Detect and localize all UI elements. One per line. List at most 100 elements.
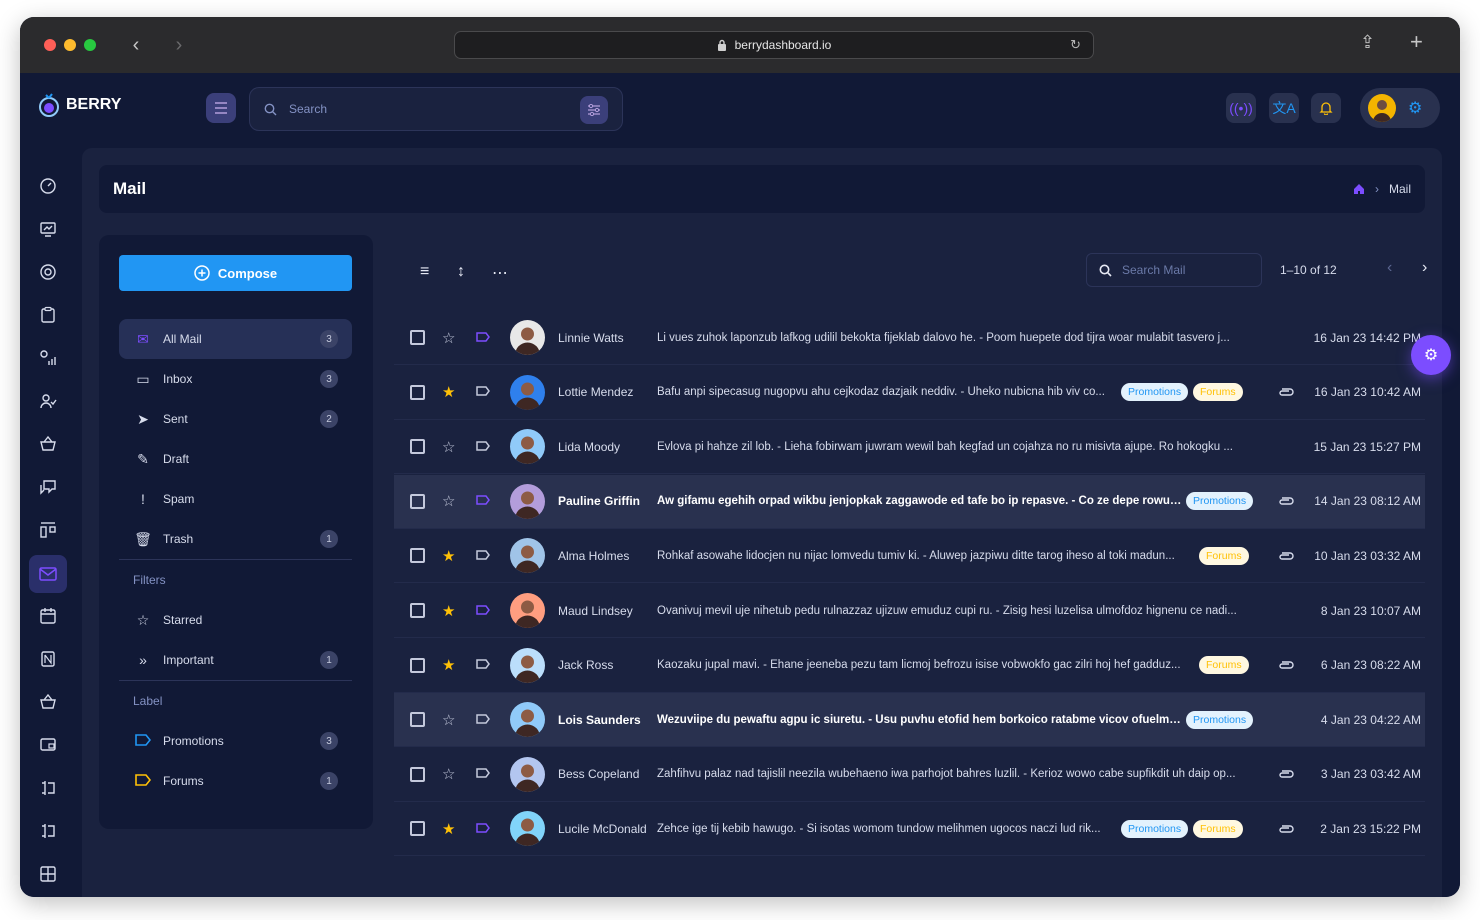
folder-all-mail[interactable]: ✉ All Mail 3 <box>119 319 352 359</box>
share-icon[interactable]: ⇪ <box>1360 32 1375 53</box>
important-icon[interactable] <box>476 440 490 454</box>
broadcast-icon[interactable]: ((•)) <box>1226 93 1256 123</box>
important-icon[interactable] <box>476 713 490 727</box>
star-icon[interactable]: ★ <box>442 602 455 620</box>
important-icon[interactable] <box>476 549 490 563</box>
folder-important[interactable]: » Important 1 <box>119 640 352 680</box>
promotions-chip[interactable]: Promotions <box>1186 710 1254 729</box>
star-icon[interactable]: ☆ <box>442 492 455 510</box>
row-checkbox[interactable] <box>410 439 425 455</box>
previous-page-icon[interactable]: ‹ <box>1387 259 1392 277</box>
search-input[interactable]: Search <box>289 102 327 116</box>
home-icon[interactable] <box>1353 183 1365 195</box>
star-icon[interactable]: ★ <box>442 820 455 838</box>
row-checkbox[interactable] <box>410 821 425 837</box>
sidebar-user-check-icon[interactable] <box>32 385 64 417</box>
logo[interactable]: BERRY <box>38 93 121 117</box>
sidebar-calendar-icon[interactable] <box>32 600 64 632</box>
important-icon[interactable] <box>476 494 490 508</box>
mail-row[interactable]: ★ Lottie Mendez Bafu anpi sipecasug nugopv… <box>394 366 1425 420</box>
important-icon[interactable] <box>476 385 490 399</box>
reload-icon[interactable]: ↻ <box>1070 37 1081 53</box>
sidebar-chat-icon[interactable] <box>32 471 64 503</box>
minimize-window-button[interactable] <box>64 39 76 51</box>
sidebar-column-icon[interactable] <box>32 772 64 804</box>
sidebar-target-icon[interactable] <box>32 256 64 288</box>
important-icon[interactable] <box>476 767 490 781</box>
forums-chip[interactable]: Forums <box>1199 656 1249 675</box>
menu-icon[interactable]: ≡ <box>420 263 429 281</box>
row-checkbox[interactable] <box>410 548 425 564</box>
forums-chip[interactable]: Forums <box>1193 819 1243 838</box>
folder-spam[interactable]: ! Spam <box>119 479 352 519</box>
mail-search-input[interactable]: Search Mail <box>1122 263 1185 277</box>
sidebar-statistics-icon[interactable] <box>32 342 64 374</box>
mail-row[interactable]: ☆ Lois Saunders Wezuviipe du pewaftu agpu … <box>394 693 1425 748</box>
mail-row[interactable]: ☆ Bess Copeland Zahfihvu palaz nad tajisli… <box>394 748 1425 802</box>
forums-chip[interactable]: Forums <box>1193 383 1243 402</box>
mail-row[interactable]: ★ Jack Ross Kaozaku jupal mavi. - Ehane je… <box>394 639 1425 693</box>
search-filter-button[interactable] <box>580 96 608 124</box>
compose-button[interactable]: Compose <box>119 255 352 291</box>
new-tab-icon[interactable]: + <box>1410 29 1423 55</box>
row-checkbox[interactable] <box>410 712 425 728</box>
promotions-chip[interactable]: Promotions <box>1121 819 1189 838</box>
mail-row[interactable]: ★ Lucile McDonald Zehce ige tij kebib hawu… <box>394 802 1425 857</box>
forums-chip[interactable]: Forums <box>1199 546 1249 565</box>
star-icon[interactable]: ☆ <box>442 765 455 783</box>
row-checkbox[interactable] <box>410 657 425 673</box>
important-icon[interactable] <box>476 822 490 836</box>
sort-icon[interactable]: ↕ <box>457 263 465 281</box>
sidebar-column-alt-icon[interactable] <box>32 815 64 847</box>
back-icon[interactable]: ‹ <box>125 33 147 57</box>
sidebar-basket-icon[interactable] <box>32 428 64 460</box>
translate-icon[interactable]: 文A <box>1269 93 1299 123</box>
promotions-chip[interactable]: Promotions <box>1121 383 1189 402</box>
sidebar-shop-icon[interactable] <box>32 686 64 718</box>
star-icon[interactable]: ★ <box>442 656 455 674</box>
star-icon[interactable]: ★ <box>442 547 455 565</box>
profile-menu[interactable]: ⚙ <box>1360 88 1440 128</box>
important-icon[interactable] <box>476 604 490 618</box>
sidebar-card-icon[interactable] <box>32 729 64 761</box>
row-checkbox[interactable] <box>410 330 425 345</box>
row-checkbox[interactable] <box>410 493 425 509</box>
star-icon[interactable]: ☆ <box>442 329 455 347</box>
sidebar-kanban-icon[interactable] <box>32 514 64 546</box>
maximize-window-button[interactable] <box>84 39 96 51</box>
folder-trash[interactable]: 🗑 Trash 1 <box>119 519 352 559</box>
notification-bell-icon[interactable] <box>1311 93 1341 123</box>
sidebar-dashboard-icon[interactable] <box>32 170 64 202</box>
row-checkbox[interactable] <box>410 766 425 782</box>
mail-row[interactable]: ★ Maud Lindsey Ovanivuj mevil uje nihetub … <box>394 584 1425 638</box>
sidebar-analytics-icon[interactable] <box>32 213 64 245</box>
folder-starred[interactable]: ☆ Starred <box>119 600 352 640</box>
star-icon[interactable]: ★ <box>442 383 455 401</box>
mail-search[interactable]: Search Mail <box>1086 253 1262 287</box>
sidebar-clipboard-icon[interactable] <box>32 299 64 331</box>
sidebar-mail-icon[interactable] <box>29 555 67 593</box>
folder-draft[interactable]: ✎ Draft <box>119 439 352 479</box>
important-icon[interactable] <box>476 331 490 345</box>
menu-toggle-button[interactable] <box>206 93 236 123</box>
folder-promotions[interactable]: Promotions 3 <box>119 721 352 761</box>
folder-inbox[interactable]: ▭ Inbox 3 <box>119 359 352 399</box>
global-search[interactable]: Search <box>249 87 623 131</box>
close-window-button[interactable] <box>44 39 56 51</box>
important-icon[interactable] <box>476 658 490 672</box>
mail-row[interactable]: ☆ Pauline Griffin Aw gifamu egehih orpad w… <box>394 474 1425 529</box>
promotions-chip[interactable]: Promotions <box>1186 492 1254 511</box>
mail-row[interactable]: ★ Alma Holmes Rohkaf asowahe lidocjen nu n… <box>394 529 1425 584</box>
mail-row[interactable]: ☆ Lida Moody Evlova pi hahze zil lob. - Li… <box>394 420 1425 475</box>
more-options-icon[interactable]: ⋯ <box>492 263 508 283</box>
customization-button[interactable]: ⚙ <box>1411 335 1451 375</box>
forward-icon[interactable]: › <box>168 33 190 57</box>
mail-row[interactable]: ☆ Linnie Watts Li vues zuhok laponzub lafk… <box>394 311 1425 365</box>
settings-icon[interactable]: ⚙ <box>1408 98 1422 118</box>
folder-forums[interactable]: Forums 1 <box>119 761 352 801</box>
row-checkbox[interactable] <box>410 603 425 618</box>
next-page-icon[interactable]: › <box>1422 259 1427 277</box>
star-icon[interactable]: ☆ <box>442 438 455 456</box>
sidebar-contacts-icon[interactable] <box>32 643 64 675</box>
sidebar-grid-icon[interactable] <box>32 858 64 890</box>
